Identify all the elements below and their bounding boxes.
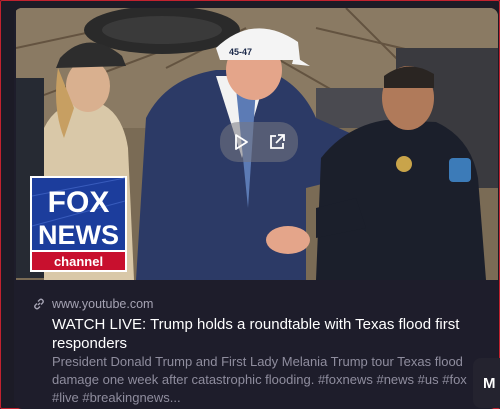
fox-news-logo: FOX NEWS channel (30, 176, 127, 272)
video-overlay-controls (220, 122, 298, 162)
svg-text:FOX: FOX (48, 186, 110, 219)
card-description: President Donald Trump and First Lady Me… (52, 354, 467, 405)
svg-text:channel: channel (54, 254, 103, 269)
hat-text: 45-47 (229, 47, 252, 57)
link-icon (34, 298, 44, 310)
video-thumbnail[interactable]: 45-47 FOX NEWS channel (16, 8, 498, 280)
svg-text:NEWS: NEWS (38, 220, 119, 250)
source-domain[interactable]: www.youtube.com (52, 297, 153, 311)
card-title[interactable]: WATCH LIVE: Trump holds a roundtable wit… (52, 315, 472, 353)
play-icon[interactable] (230, 131, 252, 153)
source-row[interactable]: www.youtube.com (32, 296, 153, 312)
next-card-chip[interactable]: M (473, 358, 500, 408)
open-external-icon[interactable] (266, 131, 288, 153)
link-preview-card[interactable]: 45-47 FOX NEWS channel www.youtube.com W… (14, 8, 498, 409)
